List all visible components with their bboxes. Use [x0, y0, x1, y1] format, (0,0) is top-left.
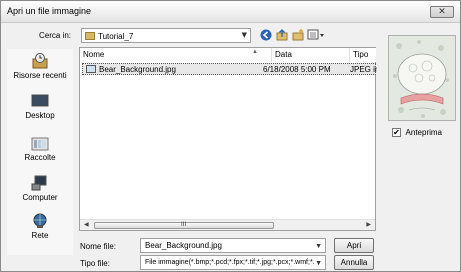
- bear-background-thumbnail: [389, 36, 455, 120]
- filename-label: Nome file:: [80, 242, 117, 251]
- image-file-icon: [86, 65, 96, 73]
- file-list[interactable]: Nome ▲ Data Tipo Bear_Background.jpg 6/1…: [79, 47, 377, 231]
- sort-ascending-icon: ▲: [252, 49, 258, 55]
- column-name-label: Nome: [83, 50, 105, 59]
- views-menu-icon[interactable]: [307, 29, 325, 43]
- folder-icon: [85, 32, 95, 40]
- title-bar[interactable]: Apri un file immagine ✕: [1, 1, 460, 23]
- file-date-cell: 6/18/2008 5:00 PM: [263, 65, 331, 74]
- place-label: Desktop: [25, 111, 55, 120]
- open-image-dialog: Apri un file immagine ✕ Cerca in: Tutori…: [0, 0, 461, 272]
- place-label: Rete: [31, 231, 49, 240]
- image-preview: [388, 35, 456, 121]
- column-header-name[interactable]: Nome ▲: [80, 48, 272, 62]
- cancel-button[interactable]: Annulla: [334, 255, 374, 270]
- filetype-label: Tipo file:: [80, 259, 110, 268]
- network-icon: [31, 213, 49, 229]
- preview-checkbox[interactable]: ✔: [392, 128, 401, 137]
- column-date-label: Data: [275, 50, 292, 59]
- libraries-icon: [31, 135, 49, 151]
- place-desktop[interactable]: Desktop: [7, 91, 73, 125]
- new-folder-icon[interactable]: [291, 29, 305, 43]
- lookin-label: Cerca in:: [39, 31, 72, 40]
- file-name-cell: Bear_Background.jpg: [99, 65, 176, 74]
- chevron-down-icon: ▼: [241, 31, 247, 39]
- place-network[interactable]: Rete: [7, 211, 73, 245]
- back-icon[interactable]: [259, 29, 273, 43]
- open-button[interactable]: Apri: [334, 238, 374, 253]
- recent-places-icon: [31, 53, 49, 69]
- window-title: Apri un file immagine: [7, 6, 92, 16]
- file-type-cell: JPEG imag: [350, 65, 377, 74]
- place-label: Computer: [22, 193, 58, 202]
- desktop-icon: [31, 93, 49, 109]
- place-recent[interactable]: Risorse recenti: [7, 51, 73, 85]
- horizontal-scrollbar[interactable]: ◀ III ▶: [80, 219, 375, 230]
- scroll-grip: III: [181, 221, 187, 228]
- scroll-right-icon[interactable]: ▶: [366, 221, 371, 228]
- column-header-date[interactable]: Data: [272, 48, 350, 62]
- column-header-type[interactable]: Tipo: [350, 48, 376, 62]
- lookin-value: Tutorial_7: [98, 32, 134, 41]
- lookin-combobox[interactable]: Tutorial_7 ▼: [81, 28, 251, 43]
- column-type-label: Tipo: [353, 50, 369, 59]
- table-row[interactable]: Bear_Background.jpg 6/18/2008 5:00 PM JP…: [82, 63, 377, 75]
- place-libraries[interactable]: Raccolte: [7, 133, 73, 167]
- scroll-left-icon[interactable]: ◀: [84, 221, 89, 228]
- filetype-combobox[interactable]: File immagine(*.bmp;*.pcd;*.fpx;*.tif;*.…: [140, 255, 326, 270]
- scrollbar-thumb[interactable]: III: [94, 221, 274, 229]
- computer-icon: [31, 175, 49, 191]
- filename-combobox[interactable]: Bear_Background.jpg ▼: [140, 238, 326, 253]
- place-label: Risorse recenti: [13, 71, 67, 80]
- close-button[interactable]: ✕: [430, 6, 454, 18]
- preview-checkbox-label: Anteprima: [405, 128, 443, 137]
- filetype-value: File immagine(*.bmp;*.pcd;*.fpx;*.tif;*.…: [145, 259, 315, 266]
- chevron-down-icon[interactable]: ▼: [315, 257, 322, 269]
- place-computer[interactable]: Computer: [7, 173, 73, 207]
- places-bar: Risorse recenti Desktop Raccolte Compute…: [7, 49, 73, 255]
- place-label: Raccolte: [24, 153, 56, 162]
- filename-value: Bear_Background.jpg: [145, 241, 222, 250]
- up-folder-icon[interactable]: [275, 29, 289, 43]
- preview-toggle[interactable]: ✔ Anteprima: [392, 128, 442, 137]
- chevron-down-icon[interactable]: ▼: [315, 240, 322, 252]
